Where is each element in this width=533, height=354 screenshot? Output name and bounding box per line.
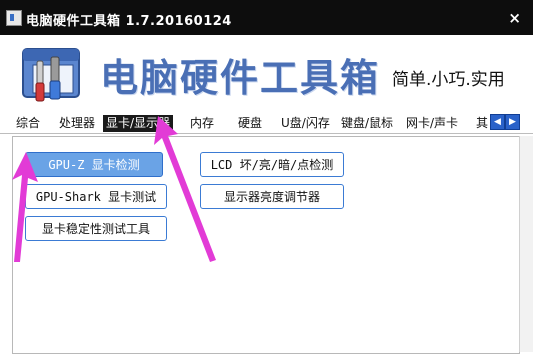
panel-scrollbar[interactable] xyxy=(519,136,533,352)
tab-strip: 综合 处理器 显卡/显示器 内存 硬盘 U盘/闪存 键盘/鼠标 网卡/声卡 其 xyxy=(0,114,533,134)
tab-other[interactable]: 其 xyxy=(476,115,488,132)
tab-disk[interactable]: 硬盘 xyxy=(238,115,262,132)
tab-nic-sound[interactable]: 网卡/声卡 xyxy=(406,115,458,132)
tab-usb-flash[interactable]: U盘/闪存 xyxy=(281,115,330,132)
tab-gpu-display[interactable]: 显卡/显示器 xyxy=(103,115,174,132)
tab-cpu[interactable]: 处理器 xyxy=(59,115,95,132)
brand-slogan: 简单.小巧.实用 xyxy=(392,70,505,90)
tab-scroll-left-icon[interactable]: ◀ xyxy=(490,114,505,130)
toolbox-logo-icon xyxy=(22,48,80,102)
brand-title: 电脑硬件工具箱 xyxy=(100,56,381,100)
tab-scroll-arrows: ◀ ▶ xyxy=(490,114,520,130)
close-button[interactable]: × xyxy=(508,9,521,27)
tools-panel: GPU-Z 显卡检测 GPU-Shark 显卡测试 显卡稳定性测试工具 LCD … xyxy=(12,136,520,354)
tab-keyboard-mouse[interactable]: 键盘/鼠标 xyxy=(341,115,393,132)
title-bar: 电脑硬件工具箱 1.7.20160124 × xyxy=(0,0,533,35)
app-icon xyxy=(6,10,22,26)
lcd-dead-pixel-button[interactable]: LCD 坏/亮/暗/点检测 xyxy=(200,152,344,177)
tab-scroll-right-icon[interactable]: ▶ xyxy=(505,114,520,130)
app-header: 电脑硬件工具箱 简单.小巧.实用 xyxy=(0,35,533,111)
tab-memory[interactable]: 内存 xyxy=(190,115,214,132)
brightness-adjuster-button[interactable]: 显示器亮度调节器 xyxy=(200,184,344,209)
tab-general[interactable]: 综合 xyxy=(16,115,40,132)
gpu-shark-button[interactable]: GPU-Shark 显卡测试 xyxy=(25,184,167,209)
gpu-z-button[interactable]: GPU-Z 显卡检测 xyxy=(25,152,163,177)
window-title: 电脑硬件工具箱 1.7.20160124 xyxy=(26,14,232,29)
gpu-stability-test-button[interactable]: 显卡稳定性测试工具 xyxy=(25,216,167,241)
